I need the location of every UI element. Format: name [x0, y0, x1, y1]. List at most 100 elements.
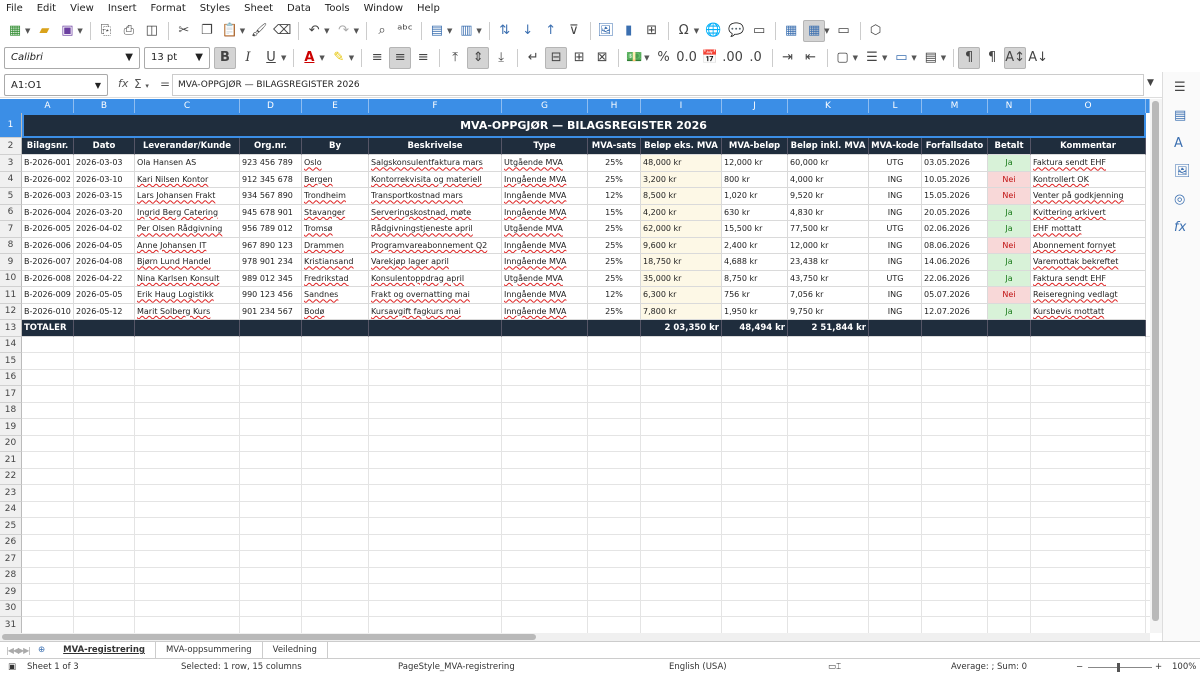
table-cell[interactable]: ING: [869, 254, 922, 271]
align-center-icon[interactable]: ≡: [389, 46, 412, 69]
row-header-18[interactable]: 18: [0, 402, 22, 419]
table-cell[interactable]: Inngående MVA: [502, 254, 588, 271]
tab-veiledning[interactable]: Veiledning: [263, 642, 328, 658]
header-footer-icon[interactable]: ▭: [748, 20, 770, 42]
table-cell[interactable]: 14.06.2026: [922, 254, 988, 271]
table-cell[interactable]: EHF mottatt: [1031, 221, 1146, 238]
table-cell[interactable]: 18,750 kr: [641, 254, 722, 271]
column-header-f[interactable]: F: [369, 99, 502, 113]
table-cell[interactable]: 9,520 kr: [788, 188, 869, 205]
table-cell[interactable]: 912 345 678: [240, 171, 302, 188]
table-cell[interactable]: Bodø: [302, 303, 369, 320]
row-header-3[interactable]: 3: [0, 155, 22, 172]
table-cell[interactable]: Oslo: [302, 155, 369, 172]
row-header-12[interactable]: 12: [0, 303, 22, 320]
row-header-15[interactable]: 15: [0, 353, 22, 370]
tab-mva-oppsummering[interactable]: MVA-oppsummering: [156, 642, 263, 658]
column-header-c[interactable]: C: [135, 99, 240, 113]
table-cell[interactable]: 901 234 567: [240, 303, 302, 320]
totals-empty[interactable]: [135, 320, 240, 337]
totals-inkl-mva[interactable]: 2 51,844 kr: [788, 320, 869, 337]
table-cell[interactable]: 62,000 kr: [641, 221, 722, 238]
table-cell[interactable]: 2026-05-12: [74, 303, 135, 320]
row-header-25[interactable]: 25: [0, 518, 22, 535]
table-cell[interactable]: ING: [869, 171, 922, 188]
table-cell[interactable]: Nina Karlsen Konsult: [135, 270, 240, 287]
column-header-n[interactable]: N: [988, 99, 1031, 113]
table-cell[interactable]: Utgående MVA: [502, 270, 588, 287]
column-label[interactable]: MVA-kode: [869, 138, 922, 155]
merge-center-icon[interactable]: ⊟: [545, 46, 568, 69]
border-color-icon[interactable]: ▭: [890, 47, 912, 69]
status-badge[interactable]: Nei: [988, 287, 1031, 304]
menu-item-help[interactable]: Help: [417, 3, 440, 14]
page-style[interactable]: PageStyle_MVA-registrering: [398, 662, 515, 672]
column-header-a[interactable]: A: [22, 99, 74, 113]
table-cell[interactable]: ING: [869, 237, 922, 254]
table-cell[interactable]: 03.05.2026: [922, 155, 988, 172]
table-cell[interactable]: B-2026-005: [22, 221, 74, 238]
zoom-in-icon[interactable]: +: [1155, 662, 1162, 672]
table-cell[interactable]: Frakt og overnatting mai: [369, 287, 502, 304]
table-cell[interactable]: 23,438 kr: [788, 254, 869, 271]
table-cell[interactable]: 4,000 kr: [788, 171, 869, 188]
table-cell[interactable]: 12,000 kr: [722, 155, 788, 172]
expand-formula-icon[interactable]: ▼: [1147, 78, 1154, 88]
table-cell[interactable]: Konsulentoppdrag april: [369, 270, 502, 287]
row-header-22[interactable]: 22: [0, 468, 22, 485]
table-cell[interactable]: 756 kr: [722, 287, 788, 304]
table-cell[interactable]: Kvittering arkivert: [1031, 204, 1146, 221]
totals-empty[interactable]: [369, 320, 502, 337]
table-cell[interactable]: Kursavgift fagkurs mai: [369, 303, 502, 320]
table-cell[interactable]: 15%: [588, 204, 641, 221]
table-cell[interactable]: Lars Johansen Frakt: [135, 188, 240, 205]
column-label[interactable]: Type: [502, 138, 588, 155]
row-header-19[interactable]: 19: [0, 419, 22, 436]
sum-icon[interactable]: Σ ▾: [134, 77, 149, 91]
table-cell[interactable]: 25%: [588, 303, 641, 320]
table-cell[interactable]: ING: [869, 287, 922, 304]
menu-item-sheet[interactable]: Sheet: [244, 3, 273, 14]
sort-icon[interactable]: ⇅: [494, 20, 516, 42]
table-cell[interactable]: ING: [869, 204, 922, 221]
open-folder-icon[interactable]: ▰: [33, 20, 55, 42]
insert-chart-icon[interactable]: ▮: [618, 20, 640, 42]
status-badge[interactable]: Nei: [988, 237, 1031, 254]
table-cell[interactable]: B-2026-010: [22, 303, 74, 320]
column-label[interactable]: Dato: [74, 138, 135, 155]
table-cell[interactable]: 978 901 234: [240, 254, 302, 271]
table-cell[interactable]: UTG: [869, 155, 922, 172]
special-character-icon[interactable]: Ω: [673, 20, 695, 42]
totals-empty[interactable]: [74, 320, 135, 337]
totals-empty[interactable]: [502, 320, 588, 337]
status-badge[interactable]: Ja: [988, 270, 1031, 287]
status-badge[interactable]: Ja: [988, 221, 1031, 238]
vertical-text-icon[interactable]: A↕: [1004, 46, 1027, 69]
table-cell[interactable]: Transportkostnad mars: [369, 188, 502, 205]
table-cell[interactable]: ING: [869, 188, 922, 205]
totals-empty[interactable]: [1031, 320, 1146, 337]
menu-item-edit[interactable]: Edit: [37, 3, 56, 14]
totals-empty[interactable]: [588, 320, 641, 337]
table-cell[interactable]: Kontorrekvisita og materiell: [369, 171, 502, 188]
table-cell[interactable]: 22.06.2026: [922, 270, 988, 287]
row-header-16[interactable]: 16: [0, 369, 22, 386]
table-cell[interactable]: 2026-03-03: [74, 155, 135, 172]
table-cell[interactable]: 4,200 kr: [641, 204, 722, 221]
row-header-8[interactable]: 8: [0, 237, 22, 254]
currency-format-icon[interactable]: 💵: [623, 47, 645, 69]
table-cell[interactable]: 3,200 kr: [641, 171, 722, 188]
table-cell[interactable]: 2026-03-10: [74, 171, 135, 188]
column-label[interactable]: Beløp eks. MVA: [641, 138, 722, 155]
draw-functions-icon[interactable]: ⬡: [865, 20, 887, 42]
date-format-icon[interactable]: 📅: [699, 47, 721, 69]
row-header-11[interactable]: 11: [0, 287, 22, 304]
column-header-j[interactable]: J: [722, 99, 788, 113]
table-cell[interactable]: Inngående MVA: [502, 303, 588, 320]
table-cell[interactable]: 25%: [588, 237, 641, 254]
totals-empty[interactable]: [869, 320, 922, 337]
table-cell[interactable]: 990 123 456: [240, 287, 302, 304]
table-cell[interactable]: 35,000 kr: [641, 270, 722, 287]
column-header-k[interactable]: K: [788, 99, 869, 113]
zoom-slider[interactable]: [1088, 667, 1152, 668]
